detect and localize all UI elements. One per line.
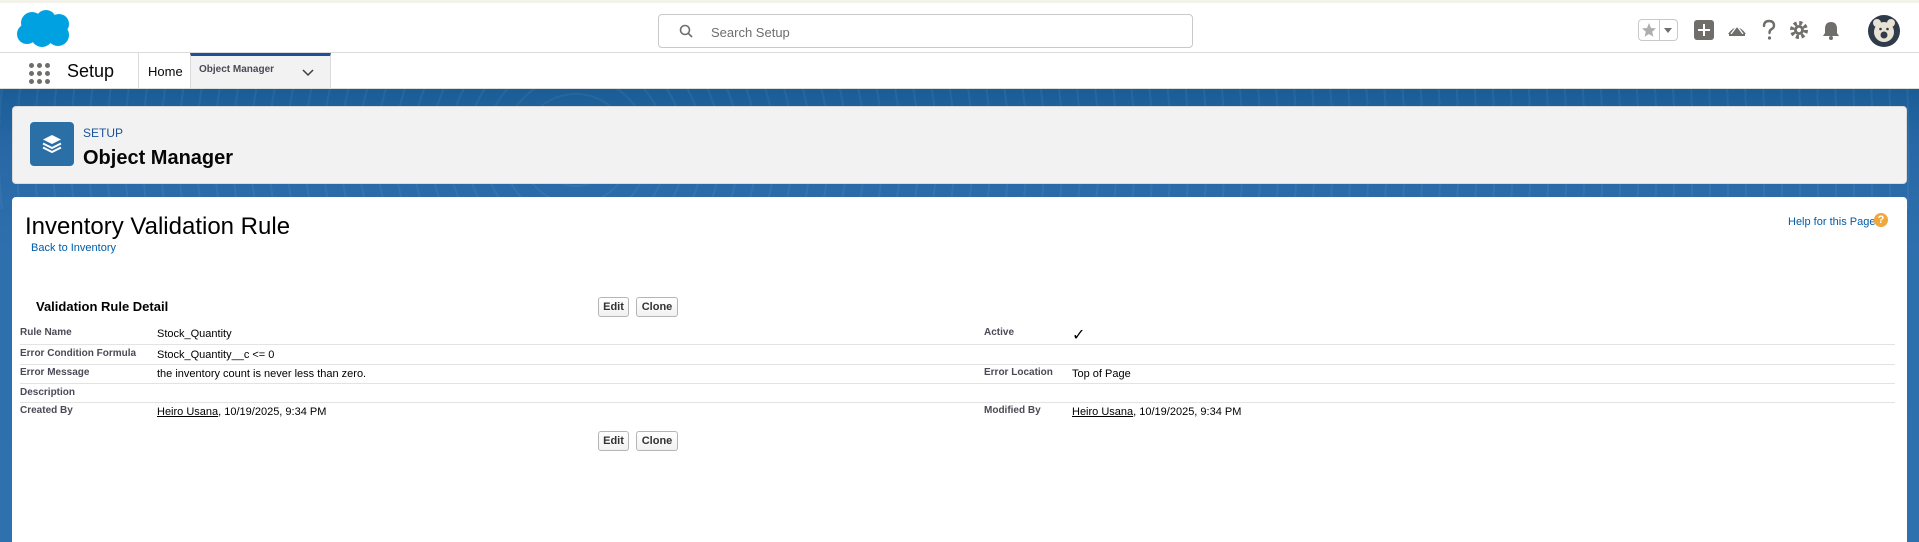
tab-home[interactable]: Home <box>138 53 190 88</box>
created-by-user-link[interactable]: Heiro Usana <box>157 406 218 418</box>
favorites-dropdown-icon[interactable] <box>1660 19 1678 41</box>
section-title: Validation Rule Detail <box>36 299 169 314</box>
gear-icon[interactable] <box>1788 19 1810 41</box>
salesforce-logo[interactable] <box>14 9 74 54</box>
error-location-label: Error Location <box>984 367 1053 378</box>
page-title: Object Manager <box>83 147 234 169</box>
tab-home-label: Home <box>148 64 183 79</box>
rule-name-label: Rule Name <box>20 327 72 338</box>
favorites-control <box>1638 19 1678 41</box>
error-message-value: the inventory count is never less than z… <box>157 368 367 380</box>
detail-row: Error Message the inventory count is nev… <box>20 365 1895 384</box>
clone-button-top[interactable]: Clone <box>636 297 678 317</box>
help-question-icon[interactable] <box>1760 18 1778 42</box>
formula-value: Stock_Quantity__c <= 0 <box>157 349 275 361</box>
avatar-icon[interactable] <box>1867 14 1901 48</box>
detail-row: Error Condition Formula Stock_Quantity__… <box>20 345 1895 365</box>
search-input[interactable] <box>709 15 1183 49</box>
favorites-star-icon[interactable] <box>1638 19 1660 41</box>
app-launcher-icon[interactable] <box>29 63 51 85</box>
tab-object-manager-label: Object Manager <box>199 64 275 75</box>
modified-by-label: Modified By <box>984 405 1041 416</box>
error-location-value: Top of Page <box>1072 368 1131 380</box>
help-for-page-link[interactable]: Help for this Page <box>1788 216 1875 228</box>
app-name: Setup <box>67 61 115 81</box>
active-checkmark-icon: ✓ <box>1072 327 1086 344</box>
tab-object-manager[interactable]: Object Manager <box>190 53 331 88</box>
clone-button-bottom[interactable]: Clone <box>636 431 678 451</box>
page-header: SETUP Object Manager <box>12 106 1907 184</box>
created-by-value: Heiro Usana, 10/19/2025, 9:34 PM <box>157 406 326 418</box>
back-to-inventory-link[interactable]: Back to Inventory <box>31 242 116 254</box>
notifications-bell-icon[interactable] <box>1820 19 1842 41</box>
edit-button-bottom[interactable]: Edit <box>598 431 629 451</box>
global-header <box>0 0 1919 53</box>
help-orange-icon[interactable]: ? <box>1874 213 1888 227</box>
object-manager-layers-icon <box>30 122 74 166</box>
detail-row: Description <box>20 384 1895 403</box>
error-message-label: Error Message <box>20 367 90 378</box>
context-nav-bar: Setup Home Object Manager <box>0 53 1919 89</box>
modified-by-value: Heiro Usana, 10/19/2025, 9:34 PM <box>1072 406 1241 418</box>
rule-name-value: Stock_Quantity <box>157 328 232 340</box>
created-by-label: Created By <box>20 405 73 416</box>
search-box <box>658 14 1193 49</box>
created-by-date: , 10/19/2025, 9:34 PM <box>218 406 327 418</box>
description-label: Description <box>20 387 76 398</box>
modified-by-user-link[interactable]: Heiro Usana <box>1072 406 1133 418</box>
rule-title: Inventory Validation Rule <box>25 213 291 240</box>
edit-button-top[interactable]: Edit <box>598 297 629 317</box>
detail-row: Created By Heiro Usana, 10/19/2025, 9:34… <box>20 403 1895 421</box>
breadcrumb[interactable]: SETUP <box>83 126 123 140</box>
detail-row: Rule Name Stock_Quantity Active ✓ <box>20 324 1895 345</box>
active-label: Active <box>984 327 1015 338</box>
formula-label: Error Condition Formula <box>20 348 137 359</box>
trailhead-icon[interactable] <box>1726 19 1748 41</box>
modified-by-date: , 10/19/2025, 9:34 PM <box>1133 406 1242 418</box>
main-content: Inventory Validation Rule Back to Invent… <box>12 197 1907 542</box>
search-icon <box>679 24 693 38</box>
chevron-down-icon[interactable] <box>302 69 314 77</box>
add-icon[interactable] <box>1693 19 1715 41</box>
